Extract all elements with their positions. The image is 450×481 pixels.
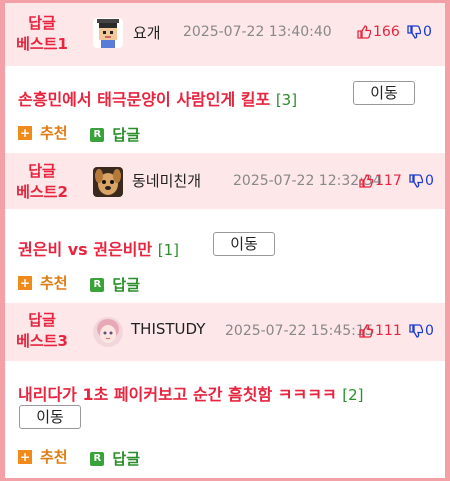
badge-line-2: 베스트1 bbox=[16, 35, 68, 53]
reply-button[interactable]: R 답글 bbox=[90, 124, 140, 145]
recommend-button[interactable]: + 추천 bbox=[18, 122, 68, 143]
thumbs-up-icon bbox=[359, 324, 373, 338]
downvote-count[interactable]: 0 bbox=[409, 173, 434, 189]
move-button[interactable]: 이동 bbox=[353, 81, 415, 105]
badge-line-2: 베스트3 bbox=[16, 332, 68, 350]
post-actions: + 추천 R 답글 bbox=[18, 446, 158, 469]
downvote-value: 0 bbox=[423, 24, 432, 40]
reply-label: 답글 bbox=[112, 450, 140, 468]
move-button[interactable]: 이동 bbox=[213, 232, 275, 256]
post-header: 답글 베스트2 동네미친개 2025-07-22 12:32:34 117 0 bbox=[5, 153, 445, 209]
badge-line-1: 답글 bbox=[28, 162, 56, 180]
reply-label: 답글 bbox=[112, 276, 140, 294]
downvote-value: 0 bbox=[425, 323, 434, 339]
best-badge: 답글 베스트1 bbox=[13, 13, 71, 55]
downvote-count[interactable]: 0 bbox=[409, 323, 434, 339]
dog-avatar-icon[interactable] bbox=[93, 167, 123, 197]
post-title-text: 내리다가 1초 페이커보고 순간 흠칫함 ㅋㅋㅋㅋ bbox=[18, 385, 337, 404]
recommend-button[interactable]: + 추천 bbox=[18, 446, 68, 467]
post-title[interactable]: 권은비 vs 권은비만 [1] bbox=[18, 236, 179, 260]
post-title[interactable]: 손흥민에서 태극문양이 사람인게 킬포 [3] bbox=[18, 86, 297, 110]
reply-button[interactable]: R 답글 bbox=[90, 448, 140, 469]
move-button[interactable]: 이동 bbox=[19, 405, 81, 429]
plus-icon: + bbox=[18, 125, 32, 140]
best-reply-1: 답글 베스트1 요개 2025-07-22 13:40:40 166 0 손흥민… bbox=[5, 3, 445, 153]
pixel-character-avatar-icon[interactable] bbox=[93, 18, 123, 48]
downvote-count[interactable]: 0 bbox=[407, 24, 432, 40]
post-date: 2025-07-22 13:40:40 bbox=[183, 24, 332, 40]
upvote-value: 166 bbox=[373, 24, 400, 40]
upvote-value: 117 bbox=[375, 173, 402, 189]
author-name[interactable]: 동네미친개 bbox=[132, 170, 201, 191]
recommend-label: 추천 bbox=[40, 124, 68, 142]
post-title[interactable]: 내리다가 1초 페이커보고 순간 흠칫함 ㅋㅋㅋㅋ [2] bbox=[18, 381, 364, 405]
post-title-text: 손흥민에서 태극문양이 사람인게 킬포 bbox=[18, 90, 271, 109]
thumbs-down-icon bbox=[409, 324, 423, 338]
reply-r-icon: R bbox=[90, 451, 105, 466]
post-title-text: 권은비 vs 권은비만 bbox=[18, 240, 153, 259]
badge-line-1: 답글 bbox=[28, 14, 56, 32]
post-header: 답글 베스트1 요개 2025-07-22 13:40:40 166 0 bbox=[5, 3, 445, 66]
best-reply-3: 답글 베스트3 THISTUDY 2025-07-22 15:45:15 111 bbox=[5, 303, 445, 478]
upvote-value: 111 bbox=[375, 323, 402, 339]
best-replies-panel: 답글 베스트1 요개 2025-07-22 13:40:40 166 0 손흥민… bbox=[0, 0, 450, 481]
best-badge: 답글 베스트2 bbox=[13, 161, 71, 203]
recommend-button[interactable]: + 추천 bbox=[18, 272, 68, 293]
post-actions: + 추천 R 답글 bbox=[18, 122, 158, 145]
thumbs-up-icon bbox=[359, 174, 373, 188]
badge-line-1: 답글 bbox=[28, 311, 56, 329]
author-name[interactable]: THISTUDY bbox=[131, 320, 205, 338]
best-reply-2: 답글 베스트2 동네미친개 2025-07-22 12:32:34 117 0 … bbox=[5, 153, 445, 303]
plus-icon: + bbox=[18, 275, 32, 290]
upvote-count[interactable]: 166 bbox=[357, 24, 400, 40]
author-name[interactable]: 요개 bbox=[133, 22, 161, 43]
reply-label: 답글 bbox=[112, 126, 140, 144]
recommend-label: 추천 bbox=[40, 448, 68, 466]
comment-count: [3] bbox=[275, 91, 298, 109]
post-date: 2025-07-22 15:45:15 bbox=[225, 323, 374, 339]
reply-r-icon: R bbox=[90, 277, 105, 292]
reply-button[interactable]: R 답글 bbox=[90, 274, 140, 295]
best-badge: 답글 베스트3 bbox=[13, 310, 71, 352]
comment-count: [1] bbox=[157, 241, 179, 259]
anime-girl-avatar-icon[interactable] bbox=[93, 317, 123, 347]
badge-line-2: 베스트2 bbox=[16, 183, 68, 201]
reply-r-icon: R bbox=[90, 127, 105, 142]
downvote-value: 0 bbox=[425, 173, 434, 189]
recommend-label: 추천 bbox=[40, 274, 68, 292]
comment-count: [2] bbox=[342, 386, 364, 404]
upvote-count[interactable]: 111 bbox=[359, 323, 402, 339]
upvote-count[interactable]: 117 bbox=[359, 173, 402, 189]
post-header: 답글 베스트3 THISTUDY 2025-07-22 15:45:15 111 bbox=[5, 303, 445, 361]
thumbs-down-icon bbox=[409, 174, 423, 188]
thumbs-down-icon bbox=[407, 25, 421, 39]
plus-icon: + bbox=[18, 449, 32, 464]
thumbs-up-icon bbox=[357, 25, 371, 39]
post-actions: + 추천 R 답글 bbox=[18, 272, 158, 295]
